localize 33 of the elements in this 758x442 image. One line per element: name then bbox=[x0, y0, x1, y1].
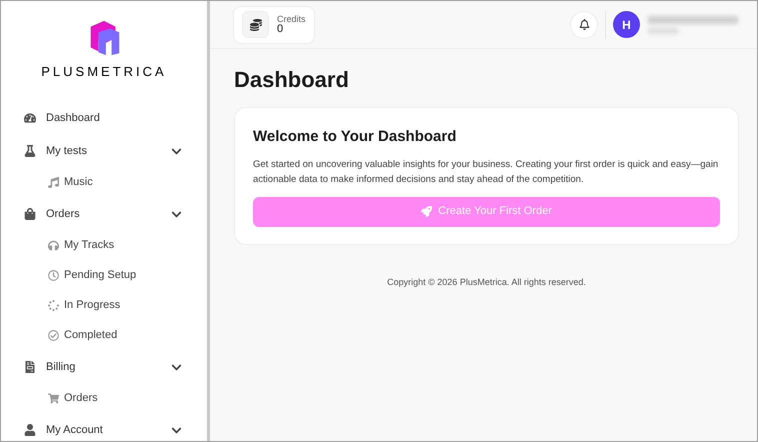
avatar[interactable]: H bbox=[613, 11, 640, 38]
sidebar-subitem[interactable]: Orders bbox=[1, 384, 207, 414]
cart-icon bbox=[48, 393, 59, 404]
sidebar-subitem[interactable]: In Progress bbox=[1, 290, 207, 320]
sidebar-item[interactable]: My Account bbox=[1, 414, 207, 441]
coins-icon bbox=[250, 18, 262, 30]
brand-name: PLUSMETRICA bbox=[41, 63, 167, 81]
credits-value: 0 bbox=[277, 24, 284, 34]
sidebar-item[interactable]: Dashboard bbox=[1, 102, 207, 134]
spinner-icon bbox=[48, 300, 59, 311]
sidebar-subitem[interactable]: Completed bbox=[1, 320, 207, 350]
sidebar-item[interactable]: Billing bbox=[1, 350, 207, 384]
gauge-icon bbox=[24, 112, 36, 124]
flask-icon bbox=[24, 145, 36, 157]
sidebar-item[interactable]: My tests bbox=[1, 134, 207, 168]
bell-icon bbox=[578, 19, 590, 30]
rocket-icon bbox=[421, 206, 432, 217]
document-icon bbox=[24, 361, 36, 373]
page-title: Dashboard bbox=[234, 69, 350, 91]
sidebar-item[interactable]: Orders bbox=[1, 198, 207, 230]
bag-icon bbox=[24, 208, 36, 220]
credits-label: Credits bbox=[277, 14, 306, 24]
welcome-text: Get started on uncovering valuable insights for your business. Creating your first order is quick and easy—gain actionable data to make informed decisions and stay ahead of the competition. bbox=[253, 158, 720, 186]
clock-icon bbox=[48, 270, 59, 281]
copyright-text: Copyright © 2026 PlusMetrica. All rights reserved. bbox=[386, 276, 587, 289]
notification-button[interactable] bbox=[570, 10, 598, 38]
sidebar-subitem[interactable]: My Tracks bbox=[1, 230, 207, 260]
headphones-icon bbox=[48, 240, 59, 251]
sidebar-subitem[interactable]: Pending Setup bbox=[1, 260, 207, 290]
welcome-title: Welcome to Your Dashboard bbox=[253, 127, 458, 147]
sidebar-subitem[interactable]: Music bbox=[1, 168, 207, 198]
music-note-icon bbox=[48, 177, 59, 188]
person-icon bbox=[24, 424, 36, 436]
